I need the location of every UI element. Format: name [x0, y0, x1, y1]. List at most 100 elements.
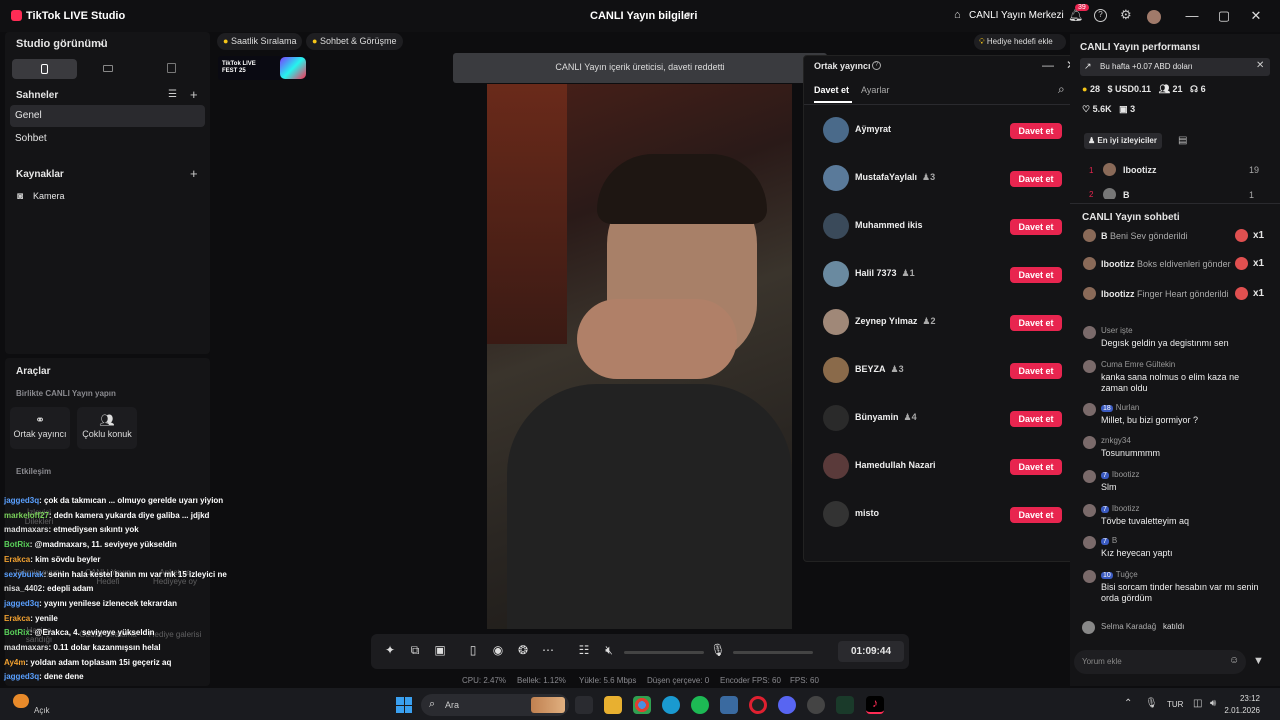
task-view-icon[interactable]	[575, 696, 593, 714]
comment-input[interactable]: Yorum ekle ☺	[1074, 650, 1246, 674]
layout-icon[interactable]: ▣	[430, 643, 450, 661]
invite-button[interactable]: Davet et	[1010, 363, 1062, 379]
minimize-icon[interactable]: —	[1183, 8, 1201, 24]
studio-view-title[interactable]: Studio görünümü	[16, 38, 108, 50]
weather-icon[interactable]	[13, 694, 29, 708]
invite-button[interactable]: Davet et	[1010, 123, 1062, 139]
chevron-down-icon[interactable]: ⌄	[97, 37, 105, 48]
follow-icon: ☊	[1190, 84, 1199, 94]
viewer-rank: 1	[1089, 166, 1094, 175]
emoji-icon[interactable]: ☺	[1229, 655, 1239, 666]
live-fest-banner[interactable]: TikTok LIVE FEST 25	[218, 56, 310, 80]
home-icon[interactable]: ⌂	[954, 9, 961, 21]
chat-message: : dene dene	[39, 672, 84, 682]
chat-message: : yoldan adam toplasam 15i geçeriz aq	[25, 657, 172, 667]
avatar	[823, 501, 849, 527]
edge-icon[interactable]	[662, 696, 680, 714]
chrome-icon[interactable]	[633, 696, 651, 714]
list-view-icon[interactable]: ▤	[1178, 135, 1187, 146]
more-icon[interactable]: ⋯	[538, 643, 558, 661]
overlay-chat-line: sexyburak: senin hala kestel banın mı va…	[4, 570, 227, 579]
clock-date[interactable]: 2.01.2026	[1220, 706, 1260, 715]
share-icon[interactable]: ↗	[682, 9, 691, 22]
invite-button[interactable]: Davet et	[1010, 315, 1062, 331]
help-icon[interactable]: ?	[1094, 9, 1107, 22]
chat-text: Tövbe tuvaletteyim aq	[1101, 516, 1190, 526]
hourly-ranking-pill[interactable]: ● Saatlik Sıralama	[217, 33, 303, 50]
app-icon[interactable]	[807, 696, 825, 714]
scene-sohbet[interactable]: Sohbet	[10, 128, 205, 150]
close-icon[interactable]: ✕	[1247, 8, 1265, 24]
invite-button[interactable]: Davet et	[1010, 507, 1062, 523]
tab-settings[interactable]: Ayarlar	[861, 85, 889, 95]
info-icon[interactable]: ?	[872, 61, 881, 70]
add-scene-icon[interactable]: +	[190, 87, 198, 102]
multi-guest-tool-button[interactable]: 👥︎ Çoklu konuk	[77, 407, 137, 449]
overlay-chat-line: Erakca: yenile	[4, 614, 58, 623]
volume-icon[interactable]: 🔊︎	[1210, 698, 1216, 709]
cohost-tool-button[interactable]: ⚭ Ortak yayıncı	[10, 407, 70, 449]
source-kamera[interactable]: Kamera	[33, 191, 65, 201]
effects-icon[interactable]: ❂	[513, 643, 533, 661]
tray-chevron-icon[interactable]: ⌃	[1124, 698, 1132, 709]
chat-username: BotRix	[4, 628, 30, 638]
split-view-icon[interactable]	[167, 63, 176, 73]
overlay-chat-line: BotRix: @Erakca, 4. seviyeye yükseldin	[4, 628, 155, 637]
settings-gear-icon[interactable]: ⚙	[1120, 7, 1132, 23]
invite-button[interactable]: Davet et	[1010, 411, 1062, 427]
invite-button[interactable]: Davet et	[1010, 459, 1062, 475]
network-icon[interactable]: ◫	[1193, 698, 1202, 709]
screen-switch-icon[interactable]: ⧉	[405, 643, 425, 661]
person-jacket	[507, 384, 792, 629]
scene-genel[interactable]: Genel	[10, 105, 205, 127]
tiktok-studio-taskbar-icon[interactable]: ♪	[866, 696, 884, 714]
invite-button[interactable]: Davet et	[1010, 219, 1062, 235]
gift-message: B Beni Sev gönderildi x1	[1083, 229, 1273, 245]
record-icon[interactable]: ◉	[488, 643, 508, 661]
viewer-name[interactable]: Ibootizz	[1123, 165, 1157, 175]
language-indicator[interactable]: TUR	[1167, 700, 1183, 709]
minimize-panel-icon[interactable]: —	[1042, 58, 1054, 72]
invite-button[interactable]: Davet et	[1010, 171, 1062, 187]
close-banner-icon[interactable]: ✕	[1256, 60, 1264, 71]
gift-goal-button[interactable]: 💡︎ Hediye hedefi ekle	[974, 34, 1066, 50]
chat-username: jagged3q	[4, 598, 40, 608]
add-source-icon[interactable]: +	[190, 166, 198, 181]
tab-top-viewers[interactable]: ♟ En iyi izleyiciler	[1084, 133, 1162, 149]
search-icon[interactable]: ⌕	[1058, 82, 1065, 97]
tab-invite[interactable]: Davet et	[814, 85, 849, 95]
viewer-name[interactable]: B	[1123, 190, 1130, 199]
opera-icon[interactable]	[749, 696, 767, 714]
discord-icon[interactable]	[778, 696, 796, 714]
tray-mic-icon[interactable]: 🎙︎	[1145, 698, 1158, 709]
terminal-icon[interactable]	[836, 696, 854, 714]
chat-meeting-pill[interactable]: ● Sohbet & Görüşme	[306, 33, 403, 50]
live-center-button[interactable]: CANLI Yayın Merkezi	[969, 10, 1064, 21]
chat-username: znkgy34	[1101, 436, 1131, 445]
speaker-muted-icon[interactable]: 🔇︎	[599, 643, 619, 661]
steam-icon[interactable]	[720, 696, 738, 714]
phone-icon[interactable]: ▯	[463, 643, 483, 661]
sliders-icon[interactable]: ☷	[574, 643, 594, 661]
landscape-view-icon[interactable]	[103, 65, 113, 72]
file-explorer-icon[interactable]	[604, 696, 622, 714]
clock-time[interactable]: 23:12	[1230, 694, 1260, 703]
filter-icon[interactable]: ▼	[1253, 655, 1264, 667]
avatar	[823, 357, 849, 383]
maximize-icon[interactable]: ▢	[1215, 8, 1233, 24]
invite-button[interactable]: Davet et	[1010, 267, 1062, 283]
avatar[interactable]	[1147, 10, 1161, 24]
list-icon[interactable]: ☰	[168, 89, 177, 100]
spotify-icon[interactable]	[691, 696, 709, 714]
avatar	[823, 117, 849, 143]
microphone-icon[interactable]: 🎙︎	[708, 643, 728, 661]
magic-wand-icon[interactable]: ✦	[380, 643, 400, 661]
chat-message: : yenile	[30, 613, 58, 623]
overlay-chat-line: madmaxars: 0.11 dolar kazanmışsın helal	[4, 643, 161, 652]
volume-slider[interactable]	[624, 651, 704, 654]
taskbar-search[interactable]: ⌕ Ara	[421, 694, 569, 716]
mic-slider[interactable]	[733, 651, 813, 654]
windows-start-icon[interactable]	[396, 697, 412, 713]
candidate-name: Aÿmyrat	[855, 124, 892, 134]
portrait-view-button[interactable]	[12, 59, 77, 79]
